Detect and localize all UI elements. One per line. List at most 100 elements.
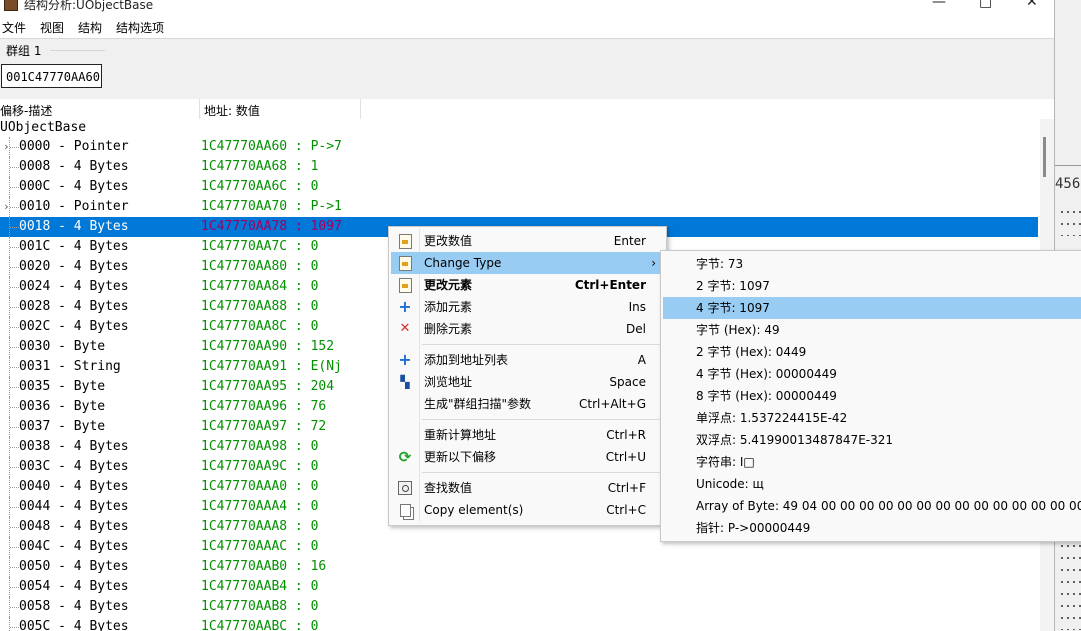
maximize-icon[interactable]: □ bbox=[979, 0, 992, 10]
submenu-item-label: 字节 (Hex): 49 bbox=[696, 323, 780, 337]
row-offset-desc: 0038 - 4 Bytes bbox=[19, 439, 129, 454]
row-offset-desc: 0048 - 4 Bytes bbox=[19, 519, 129, 534]
submenu-item-11[interactable]: Unicode: щ bbox=[663, 473, 1081, 495]
row-address-value: 1C47770AA7C : 0 bbox=[201, 239, 319, 254]
context-menu-item-11[interactable]: 重新计算地址 Ctrl+R bbox=[391, 424, 662, 446]
context-menu-item-3[interactable]: 更改元素 Ctrl+Enter bbox=[391, 274, 662, 296]
submenu-item-3[interactable]: 4 字节: 1097 bbox=[663, 297, 1081, 319]
submenu-item-7[interactable]: 8 字节 (Hex): 00000449 bbox=[663, 385, 1081, 407]
context-menu-item-5[interactable]: ✕ 删除元素 Del bbox=[391, 318, 662, 340]
tree-root[interactable]: UObjectBase bbox=[0, 119, 86, 137]
expand-icon[interactable]: › bbox=[3, 137, 10, 157]
row-offset-desc: 0037 - Byte bbox=[19, 419, 106, 434]
menu-structure[interactable]: 结构 bbox=[78, 19, 102, 36]
row-address-value: 1C47770AAA8 : 0 bbox=[201, 519, 319, 534]
tree-row[interactable]: 0054 - 4 Bytes 1C47770AAB4 : 0 bbox=[0, 577, 1038, 597]
refresh-icon: ⟳ bbox=[398, 448, 412, 466]
group-panel: 群组 1 001C47770AA60 bbox=[0, 38, 1054, 100]
scrollbar-thumb[interactable] bbox=[1043, 137, 1046, 177]
tree-row[interactable]: 0008 - 4 Bytes 1C47770AA68 : 1 bbox=[0, 157, 1038, 177]
menu-item-label: Copy element(s) bbox=[424, 503, 524, 517]
submenu-item-4[interactable]: 字节 (Hex): 49 bbox=[663, 319, 1081, 341]
title-bar: 结构分析:UObjectBase — □ ✕ bbox=[0, 0, 1081, 15]
row-offset-desc: 004C - 4 Bytes bbox=[19, 539, 129, 554]
row-address-value: 1C47770AA9C : 0 bbox=[201, 459, 319, 474]
row-offset-desc: 0008 - 4 Bytes bbox=[19, 159, 129, 174]
tree-row[interactable]: 0058 - 4 Bytes 1C47770AAB8 : 0 bbox=[0, 597, 1038, 617]
tree-row[interactable]: 0050 - 4 Bytes 1C47770AAB0 : 16 bbox=[0, 557, 1038, 577]
context-menu-item-2[interactable]: Change Type › bbox=[391, 252, 662, 274]
row-offset-desc: 0031 - String bbox=[19, 359, 121, 374]
submenu-item-9[interactable]: 双浮点: 5.41990013487847E-321 bbox=[663, 429, 1081, 451]
row-offset-desc: 0058 - 4 Bytes bbox=[19, 599, 129, 614]
expand-icon[interactable]: › bbox=[3, 197, 10, 217]
row-address-value: 1C47770AA98 : 0 bbox=[201, 439, 319, 454]
column-divider[interactable] bbox=[199, 99, 200, 119]
context-menu-item-7[interactable]: + 添加到地址列表 A bbox=[391, 349, 662, 371]
add-icon: + bbox=[398, 297, 412, 316]
tree-row[interactable]: › 0010 - Pointer 1C47770AA70 : P->1 bbox=[0, 197, 1038, 217]
menu-item-shortcut: Ctrl+Alt+G bbox=[578, 397, 646, 411]
search-icon bbox=[397, 480, 413, 496]
submenu-item-1[interactable]: 字节: 73 bbox=[663, 253, 1081, 275]
menu-file[interactable]: 文件 bbox=[2, 19, 26, 36]
row-offset-desc: 0000 - Pointer bbox=[19, 139, 129, 154]
row-address-value: 1C47770AA6C : 0 bbox=[201, 179, 319, 194]
menu-item-shortcut: A bbox=[637, 353, 646, 367]
row-offset-desc: 000C - 4 Bytes bbox=[19, 179, 129, 194]
row-offset-desc: 0044 - 4 Bytes bbox=[19, 499, 129, 514]
context-menu-item-4[interactable]: + 添加元素 Ins bbox=[391, 296, 662, 318]
row-address-value: 1C47770AA90 : 152 bbox=[201, 339, 335, 354]
submenu-item-label: 2 字节 (Hex): 0449 bbox=[696, 345, 807, 359]
submenu-item-label: 4 字节 (Hex): 00000449 bbox=[696, 367, 837, 381]
close-icon[interactable]: ✕ bbox=[1026, 0, 1038, 10]
submenu-item-12[interactable]: Array of Byte: 49 04 00 00 00 00 00 00 0… bbox=[663, 495, 1081, 517]
submenu-item-8[interactable]: 单浮点: 1.537224415E-42 bbox=[663, 407, 1081, 429]
menu-view[interactable]: 视图 bbox=[40, 19, 64, 36]
submenu-item-13[interactable]: 指针: P->00000449 bbox=[663, 517, 1081, 539]
minimize-icon[interactable]: — bbox=[932, 0, 946, 10]
row-address-value: 1C47770AAA4 : 0 bbox=[201, 499, 319, 514]
group-address-field[interactable]: 001C47770AA60 bbox=[1, 64, 102, 88]
row-address-value: 1C47770AA88 : 0 bbox=[201, 299, 319, 314]
context-menu-item-1[interactable]: 更改数值 Enter bbox=[391, 230, 662, 252]
menu-item-shortcut: Ctrl+Enter bbox=[574, 278, 646, 292]
row-address-value: 1C47770AA78 : 1097 bbox=[201, 219, 342, 234]
menu-item-shortcut: Ctrl+U bbox=[605, 450, 646, 464]
menu-item-label: 添加元素 bbox=[424, 300, 473, 314]
row-address-value: 1C47770AA95 : 204 bbox=[201, 379, 335, 394]
column-offset-desc[interactable]: 偏移-描述 bbox=[0, 102, 52, 119]
row-address-value: 1C47770AA70 : P->1 bbox=[201, 199, 342, 214]
submenu-item-2[interactable]: 2 字节: 1097 bbox=[663, 275, 1081, 297]
context-menu-item-14[interactable]: 查找数值 Ctrl+F bbox=[391, 477, 662, 499]
menu-item-shortcut: Enter bbox=[613, 234, 646, 248]
submenu-item-6[interactable]: 4 字节 (Hex): 00000449 bbox=[663, 363, 1081, 385]
row-offset-desc: 0050 - 4 Bytes bbox=[19, 559, 129, 574]
menu-structure-options[interactable]: 结构选项 bbox=[116, 19, 164, 36]
menu-item-shortcut: Ins bbox=[628, 300, 646, 314]
menu-item-shortcut: Ctrl+F bbox=[607, 481, 646, 495]
submenu-item-label: Array of Byte: 49 04 00 00 00 00 00 00 0… bbox=[696, 499, 1081, 513]
submenu-item-label: 字节: 73 bbox=[696, 257, 744, 271]
menu-item-label: Change Type bbox=[424, 256, 502, 270]
menu-item-label: 更改元素 bbox=[424, 278, 473, 292]
submenu-item-5[interactable]: 2 字节 (Hex): 0449 bbox=[663, 341, 1081, 363]
row-address-value: 1C47770AA96 : 76 bbox=[201, 399, 327, 414]
column-address-value[interactable]: 地址: 数值 bbox=[204, 102, 260, 119]
tree-row[interactable]: 000C - 4 Bytes 1C47770AA6C : 0 bbox=[0, 177, 1038, 197]
tree-row[interactable]: › 0000 - Pointer 1C47770AA60 : P->7 bbox=[0, 137, 1038, 157]
context-menu-item-12[interactable]: ⟳ 更新以下偏移 Ctrl+U bbox=[391, 446, 662, 468]
menu-item-label: 更改数值 bbox=[424, 234, 473, 248]
row-offset-desc: 0054 - 4 Bytes bbox=[19, 579, 129, 594]
submenu-item-10[interactable]: 字符串: I□ bbox=[663, 451, 1081, 473]
submenu-item-label: 8 字节 (Hex): 00000449 bbox=[696, 389, 837, 403]
column-divider[interactable] bbox=[360, 99, 361, 119]
tree-row[interactable]: 005C - 4 Bytes 1C47770AABC : 0 bbox=[0, 617, 1038, 631]
context-menu-item-8[interactable]: ▚ 浏览地址 Space bbox=[391, 371, 662, 393]
add-to-list-icon: + bbox=[398, 350, 412, 369]
menu-item-label: 生成"群组扫描"参数 bbox=[424, 397, 532, 411]
menu-item-label: 添加到地址列表 bbox=[424, 353, 509, 367]
context-menu-item-15[interactable]: Copy element(s) Ctrl+C bbox=[391, 499, 662, 521]
context-menu-item-9[interactable]: 生成"群组扫描"参数 Ctrl+Alt+G bbox=[391, 393, 662, 415]
background-divider bbox=[1055, 165, 1081, 166]
